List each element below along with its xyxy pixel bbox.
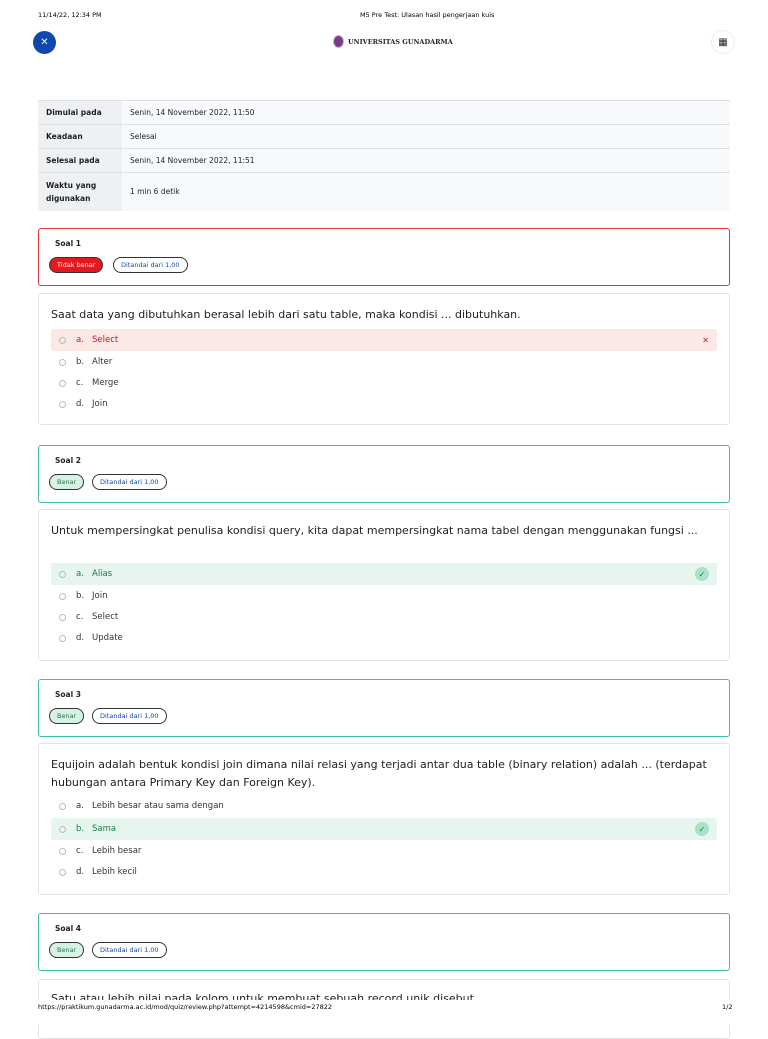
incorrect-icon: ✕	[702, 335, 709, 345]
option-key: c.	[76, 378, 84, 388]
print-page-number: 1/2	[722, 1003, 733, 1011]
radio	[59, 379, 66, 387]
site-logo[interactable]: UNIVERSITAS GUNADARMA	[333, 35, 453, 48]
option-label: Alias	[92, 569, 113, 579]
option-d: d. Update	[51, 627, 717, 649]
print-url: https://praktikum.gunadarma.ac.id/mod/qu…	[38, 1003, 332, 1011]
radio	[59, 400, 66, 408]
option-key: c.	[76, 612, 84, 622]
radio	[59, 358, 66, 366]
print-title: M5 Pre Test: Ulasan hasil pengerjaan kui…	[360, 11, 495, 19]
summary-value: Selesai	[122, 124, 730, 149]
option-key: d.	[76, 399, 85, 409]
option-a: a. Alias ✓	[51, 563, 717, 585]
option-key: a.	[76, 801, 84, 811]
radio	[59, 336, 66, 344]
status-badge: Benar	[49, 708, 85, 724]
question-text: Equijoin adalah bentuk kondisi join dima…	[51, 758, 707, 789]
question-info-4: Soal 4 Benar Ditandai dari 1,00	[38, 913, 730, 971]
university-seal-icon	[333, 35, 344, 48]
close-icon: ✕	[40, 37, 49, 48]
option-c: c. Merge	[51, 372, 717, 394]
question-number: Soal 4	[55, 924, 82, 933]
option-label: Lebih besar	[92, 846, 142, 856]
option-a: a. Lebih besar atau sama dengan	[51, 795, 717, 817]
summary-label: Selesai pada	[38, 148, 122, 173]
radio	[59, 825, 66, 833]
radio	[59, 570, 66, 578]
option-b: b. Alter	[51, 351, 717, 373]
option-key: d.	[76, 867, 85, 877]
option-label: Select	[92, 335, 119, 345]
radio	[59, 847, 66, 855]
grid-icon: ▦	[718, 36, 728, 48]
option-a: a. Select ✕	[51, 329, 717, 351]
option-b: b. Join	[51, 585, 717, 607]
status-badge: Benar	[49, 942, 85, 958]
option-key: b.	[76, 591, 85, 601]
summary-label: Keadaan	[38, 124, 122, 149]
radio	[59, 634, 66, 642]
option-label: Join	[92, 591, 108, 601]
option-label: Sama	[92, 824, 117, 834]
question-info-3: Soal 3 Benar Ditandai dari 1,00	[38, 679, 730, 737]
status-badge: Tidak benar	[49, 257, 104, 273]
check-icon: ✓	[695, 567, 709, 581]
print-datetime: 11/14/22, 12:34 PM	[38, 11, 102, 19]
mark-badge: Ditandai dari 1,00	[92, 942, 167, 958]
mark-badge: Ditandai dari 1,00	[92, 708, 167, 724]
question-info-1: Soal 1 Tidak benar Ditandai dari 1,00	[38, 228, 730, 286]
summary-value: 1 min 6 detik	[122, 172, 730, 211]
radio	[59, 868, 66, 876]
option-c: c. Select	[51, 606, 717, 628]
option-label: Alter	[92, 357, 113, 367]
radio	[59, 592, 66, 600]
attempt-summary-table: Dimulai pada Senin, 14 November 2022, 11:…	[38, 100, 730, 211]
question-card-3: Equijoin adalah bentuk kondisi join dima…	[38, 743, 730, 895]
question-card-1: Saat data yang dibutuhkan berasal lebih …	[38, 293, 730, 425]
check-icon: ✓	[695, 822, 709, 836]
option-label: Lebih kecil	[92, 867, 137, 877]
summary-value: Senin, 14 November 2022, 11:51	[122, 148, 730, 173]
option-key: b.	[76, 824, 85, 834]
question-info-2: Soal 2 Benar Ditandai dari 1,00	[38, 445, 730, 503]
logo-text: UNIVERSITAS GUNADARMA	[348, 37, 453, 46]
quiz-navigation-button[interactable]: ▦	[711, 30, 735, 54]
summary-value: Senin, 14 November 2022, 11:50	[122, 100, 730, 125]
question-text: Saat data yang dibutuhkan berasal lebih …	[51, 308, 521, 321]
question-text: Untuk mempersingkat penulisa kondisi que…	[51, 524, 698, 537]
radio	[59, 613, 66, 621]
option-d: d. Lebih kecil	[51, 861, 717, 883]
question-number: Soal 1	[55, 239, 82, 248]
option-key: a.	[76, 569, 84, 579]
option-d: d. Join	[51, 393, 717, 415]
summary-label: Waktu yang digunakan	[38, 172, 122, 211]
option-label: Select	[92, 612, 119, 622]
question-number: Soal 2	[55, 456, 82, 465]
question-number: Soal 3	[55, 690, 82, 699]
mark-badge: Ditandai dari 1,00	[113, 257, 188, 273]
question-card-2: Untuk mempersingkat penulisa kondisi que…	[38, 509, 730, 661]
option-key: b.	[76, 357, 85, 367]
summary-label: Dimulai pada	[38, 100, 122, 125]
option-b: b. Sama ✓	[51, 818, 717, 840]
option-label: Update	[92, 633, 123, 643]
option-key: a.	[76, 335, 84, 345]
option-label: Merge	[92, 378, 119, 388]
option-key: c.	[76, 846, 84, 856]
mark-badge: Ditandai dari 1,00	[92, 474, 167, 490]
close-button[interactable]: ✕	[33, 31, 56, 54]
option-key: d.	[76, 633, 85, 643]
status-badge: Benar	[49, 474, 85, 490]
option-c: c. Lebih besar	[51, 840, 717, 862]
option-label: Lebih besar atau sama dengan	[92, 801, 224, 811]
option-label: Join	[92, 399, 108, 409]
radio	[59, 802, 66, 810]
